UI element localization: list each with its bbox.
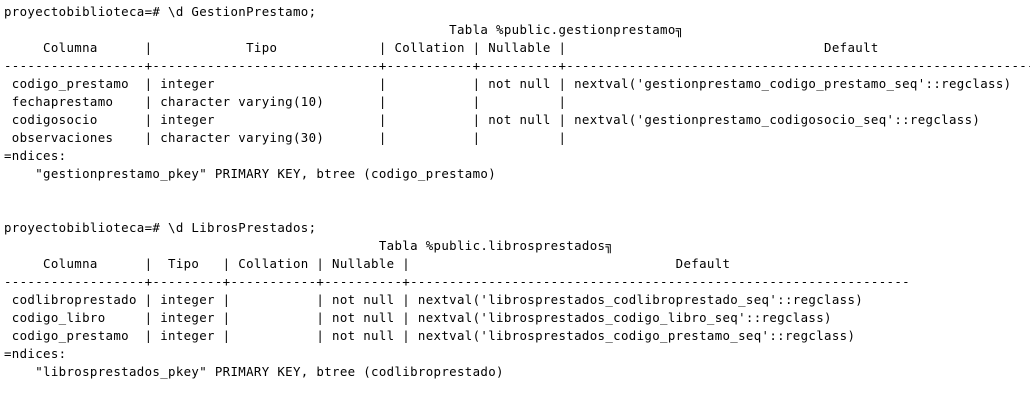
terminal-window[interactable]: proyectobiblioteca=# \d GestionPrestamo;… [0,0,1030,402]
table-title: Tabla %public.gestionprestamo╗ [4,22,684,37]
output-line: "librosprestados_pkey" PRIMARY KEY, btre… [4,364,504,379]
table-title: Tabla %public.librosprestados╗ [4,238,614,253]
output-line: codigosocio | integer | | not null | nex… [4,112,981,127]
output-line: codigo_prestamo | integer | | not null |… [4,76,1012,91]
command-line: proyectobiblioteca=# \d GestionPrestamo; [4,4,317,19]
output-line: codlibroprestado | integer | | not null … [4,292,864,307]
separator-line: ------------------+---------------------… [4,58,1030,73]
indexes-label: =ndices: [4,148,67,163]
output-line: fechaprestamo | character varying(10) | … [4,94,567,109]
output-line: observaciones | character varying(30) | … [4,130,567,145]
output-line: codigo_prestamo | integer | | not null |… [4,328,856,343]
separator-line: ------------------+---------+-----------… [4,274,910,289]
table-header-row: Columna | Tipo | Collation | Nullable | … [4,40,879,55]
command-line: proyectobiblioteca=# \d LibrosPrestados; [4,220,317,235]
table-header-row: Columna | Tipo | Collation | Nullable | … [4,256,731,271]
output-line: "gestionprestamo_pkey" PRIMARY KEY, btre… [4,166,497,181]
indexes-label: =ndices: [4,346,67,361]
output-line: codigo_libro | integer | | not null | ne… [4,310,832,325]
